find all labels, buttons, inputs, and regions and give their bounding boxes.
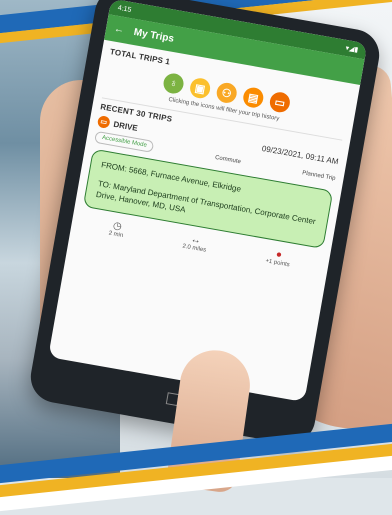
page-title: My Trips <box>132 26 175 45</box>
vanpool-icon[interactable]: ▤ <box>241 86 265 110</box>
arrow-left-icon[interactable]: ← <box>113 23 125 36</box>
points-stat: ● +1 points <box>265 247 292 268</box>
duration-value: 2 min <box>108 230 124 240</box>
trip-mode-label: DRIVE <box>112 119 139 133</box>
car-icon: ▭ <box>96 115 111 129</box>
commute-tag: Commute <box>214 154 242 166</box>
carpool-icon[interactable]: ⚇ <box>215 81 239 105</box>
planned-trip-tag: Planned Trip <box>301 170 336 183</box>
bike-icon[interactable]: ♁ <box>161 71 186 96</box>
transit-icon[interactable]: ▣ <box>188 76 212 100</box>
distance-stat: ↔ 2.0 miles <box>182 233 209 254</box>
status-time: 4:15 <box>117 4 132 14</box>
duration-stat: ◷ 2 min <box>108 220 125 239</box>
drive-icon[interactable]: ▭ <box>268 90 292 114</box>
status-icons: ▾◢▮ <box>344 44 359 55</box>
